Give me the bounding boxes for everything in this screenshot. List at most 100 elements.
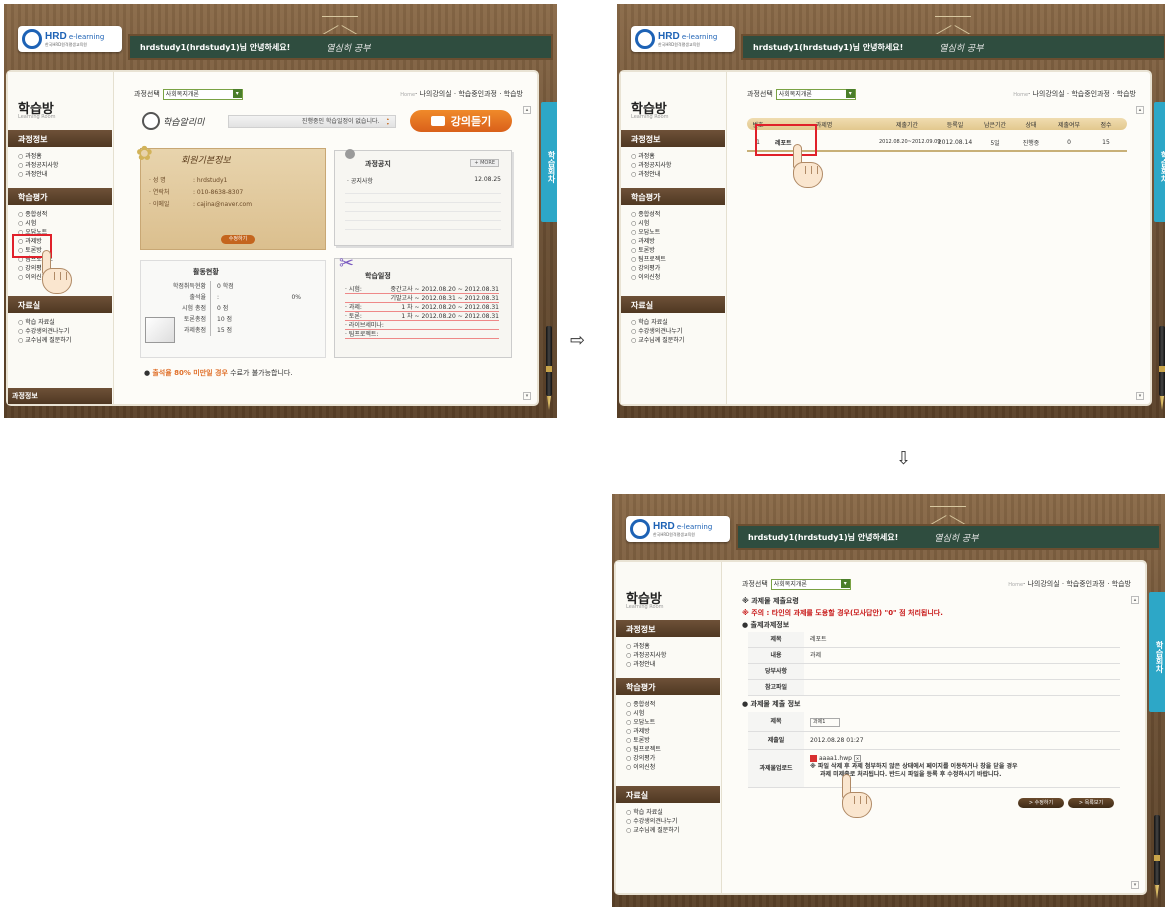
lecture-button[interactable]: 강의듣기 — [410, 110, 512, 132]
logo-ring-icon — [22, 29, 42, 49]
site-logo[interactable]: HRD e-learning 한국HRD원격평생교육원 — [631, 26, 735, 52]
scroll-up-button[interactable]: ▴ — [523, 106, 531, 114]
task-info-header: ● 출제과제정보 — [742, 621, 790, 629]
breadcrumb-path: · 나의강의실 · 학습중인과정 · 학습방 — [1023, 580, 1131, 588]
scroll-down-button[interactable]: ▾ — [523, 392, 531, 400]
menu-item-team-project[interactable]: 팀프로젝트 — [631, 255, 666, 264]
menu-item-assignment-room[interactable]: 과제방 — [626, 727, 661, 736]
section-archive: 자료실 — [621, 296, 725, 313]
task-info-row-ref-file: 참고파일 — [748, 680, 1120, 696]
menu-item-wrong-notes[interactable]: 오답노트 — [626, 718, 661, 727]
menu-item-opinions[interactable]: 수강생의견나누기 — [626, 817, 679, 826]
session-tab[interactable]: 학습회차 — [541, 102, 557, 222]
breadcrumb-home[interactable]: Home — [400, 92, 415, 98]
submit-row-upload: 과제물업로드 aaaa1.hwp ✕ ※ 파일 삭제 후 과제 첨부하지 않은 … — [748, 750, 1120, 788]
alarm-message[interactable]: 진행중인 학습일정이 없습니다. — [228, 114, 397, 128]
submit-row-title: 제목 과제1 — [748, 712, 1120, 732]
menu-item-grades[interactable]: 종합성적 — [631, 210, 666, 219]
course-select[interactable]: 사회복지개론 — [770, 578, 851, 590]
scroll-down-button[interactable]: ▾ — [1131, 881, 1139, 889]
menu-item-ask-professor[interactable]: 교수님께 질문하기 — [18, 336, 71, 345]
chalk-text: 열심히 공부 — [326, 43, 371, 54]
col-header-submitted: 제출여부 — [1057, 121, 1081, 129]
menu-item-materials[interactable]: 학습 자료실 — [631, 318, 684, 327]
course-select[interactable]: 사회복지개론 — [162, 88, 243, 100]
book-page: 학습방 Learning Room 과정정보 과정홈 과정공지사항 과정안내 학… — [8, 72, 537, 404]
menu-item-assignment-room[interactable]: 과제방 — [631, 237, 666, 246]
menu-item-course-guide[interactable]: 과정안내 — [631, 170, 671, 179]
cell-period: 2012.08.20~2012.09.09 — [879, 139, 941, 145]
chalk-text: 열심히 공부 — [939, 43, 984, 54]
menu-item-discussion[interactable]: 토론방 — [626, 736, 661, 745]
member-edit-button[interactable]: 수정하기 — [221, 235, 255, 244]
col-header-period: 제출기간 — [895, 121, 919, 129]
logo-subtitle: 한국HRD원격평생교육원 — [45, 41, 87, 47]
list-button[interactable]: > 목록보기 — [1068, 798, 1114, 808]
menu-item-ask-professor[interactable]: 교수님께 질문하기 — [626, 826, 679, 835]
col-header-registered: 등록일 — [946, 121, 964, 129]
upload-note-line1: ※ 파일 삭제 후 과제 첨부하지 않은 상태에서 페이지를 이동하거나 창을 … — [810, 763, 1018, 770]
submit-title-input[interactable]: 과제1 — [810, 718, 840, 727]
sidebar: 학습방 Learning Room 과정정보 과정홈 과정공지사항 과정안내 학… — [616, 562, 722, 893]
section-archive: 자료실 — [616, 786, 720, 803]
menu-item-discussion[interactable]: 토론방 — [631, 246, 666, 255]
menu-item-ask-professor[interactable]: 교수님께 질문하기 — [631, 336, 684, 345]
menu-item-course-notice[interactable]: 과정공지사항 — [631, 161, 671, 170]
scroll-down-button[interactable]: ▾ — [1136, 392, 1144, 400]
activity-row-assignment: 과제총점 15 점 — [171, 325, 301, 336]
course-select[interactable]: 사회복지개론 — [775, 88, 856, 100]
open-book-icon — [145, 317, 175, 343]
menu-item-materials[interactable]: 학습 자료실 — [626, 808, 679, 817]
menu-item-lecture-eval[interactable]: 강의평가 — [626, 754, 661, 763]
site-logo[interactable]: HRD e-learning 한국HRD원격평생교육원 — [18, 26, 122, 52]
paperclip-icon: ✂ — [339, 253, 355, 274]
menu-item-lecture-eval[interactable]: 강의평가 — [631, 264, 666, 273]
course-menu: 과정홈 과정공지사항 과정안내 — [18, 152, 58, 179]
pencil-icon — [430, 116, 445, 126]
eval-menu: 종합성적 시험 오답노트 과제방 토론방 팀프로젝트 강의평가 이의신청 — [626, 700, 661, 772]
task-info-table: 제목 레포트 내용 과제 당부사항 참고파일 — [748, 632, 1120, 696]
menu-item-opinions[interactable]: 수강생의견나누기 — [18, 327, 71, 336]
notice-item[interactable]: · 공지사항 12.08.25 — [347, 176, 501, 185]
cell-registered: 2012.08.14 — [937, 138, 973, 146]
submit-info-table: 제목 과제1 제출일 2012.08.28 01:27 과제물업로드 aaaa1.h… — [748, 712, 1120, 788]
sidebar-subtitle: Learning Room — [18, 114, 56, 120]
scroll-up-button[interactable]: ▴ — [1136, 106, 1144, 114]
menu-item-wrong-notes[interactable]: 오답노트 — [631, 228, 666, 237]
edit-button[interactable]: > 수정하기 — [1018, 798, 1064, 808]
breadcrumb-path: · 나의강의실 · 학습중인과정 · 학습방 — [1028, 90, 1136, 98]
menu-item-materials[interactable]: 학습 자료실 — [18, 318, 71, 327]
course-select-label: 과정선택 — [134, 90, 160, 98]
menu-item-course-home[interactable]: 과정홈 — [18, 152, 58, 161]
breadcrumb-home[interactable]: Home — [1008, 582, 1023, 588]
scroll-up-button[interactable]: ▴ — [1131, 596, 1139, 604]
menu-item-objection[interactable]: 이의신청 — [626, 763, 661, 772]
breadcrumb: Home· 나의강의실 · 학습중인과정 · 학습방 — [400, 89, 523, 99]
logo-text: e-learning — [676, 522, 713, 531]
menu-item-opinions[interactable]: 수강생의견나누기 — [631, 327, 684, 336]
cell-remaining: 5일 — [990, 139, 1000, 147]
menu-item-course-home[interactable]: 과정홈 — [626, 642, 666, 651]
menu-item-course-notice[interactable]: 과정공지사항 — [18, 161, 58, 170]
site-logo[interactable]: HRD e-learning 한국HRD원격평생교육원 — [626, 516, 730, 542]
breadcrumb-home[interactable]: Home — [1013, 92, 1028, 98]
menu-item-course-guide[interactable]: 과정안내 — [626, 660, 666, 669]
main-content: 과정선택 사회복지개론 Home· 나의강의실 · 학습중인과정 · 학습방 ▴… — [733, 72, 1146, 404]
uploaded-file[interactable]: aaaa1.hwp ✕ — [810, 755, 862, 762]
menu-item-team-project[interactable]: 팀프로젝트 — [626, 745, 661, 754]
notice-more-button[interactable]: + MORE — [470, 159, 499, 167]
menu-item-course-guide[interactable]: 과정안내 — [18, 170, 58, 179]
menu-item-objection[interactable]: 이의신청 — [631, 273, 666, 282]
session-tab[interactable]: 학습회차 — [1149, 592, 1165, 712]
sidebar-subtitle: Learning Room — [631, 114, 669, 120]
menu-item-exam[interactable]: 시험 — [626, 709, 661, 718]
menu-item-grades[interactable]: 종합성적 — [18, 210, 53, 219]
delete-file-icon[interactable]: ✕ — [853, 755, 862, 762]
menu-item-course-home[interactable]: 과정홈 — [631, 152, 671, 161]
menu-item-exam[interactable]: 시험 — [18, 219, 53, 228]
task-info-row-title: 제목 레포트 — [748, 632, 1120, 648]
menu-item-grades[interactable]: 종합성적 — [626, 700, 661, 709]
menu-item-course-notice[interactable]: 과정공지사항 — [626, 651, 666, 660]
menu-item-exam[interactable]: 시험 — [631, 219, 666, 228]
session-tab[interactable]: 학습회차 — [1154, 102, 1165, 222]
